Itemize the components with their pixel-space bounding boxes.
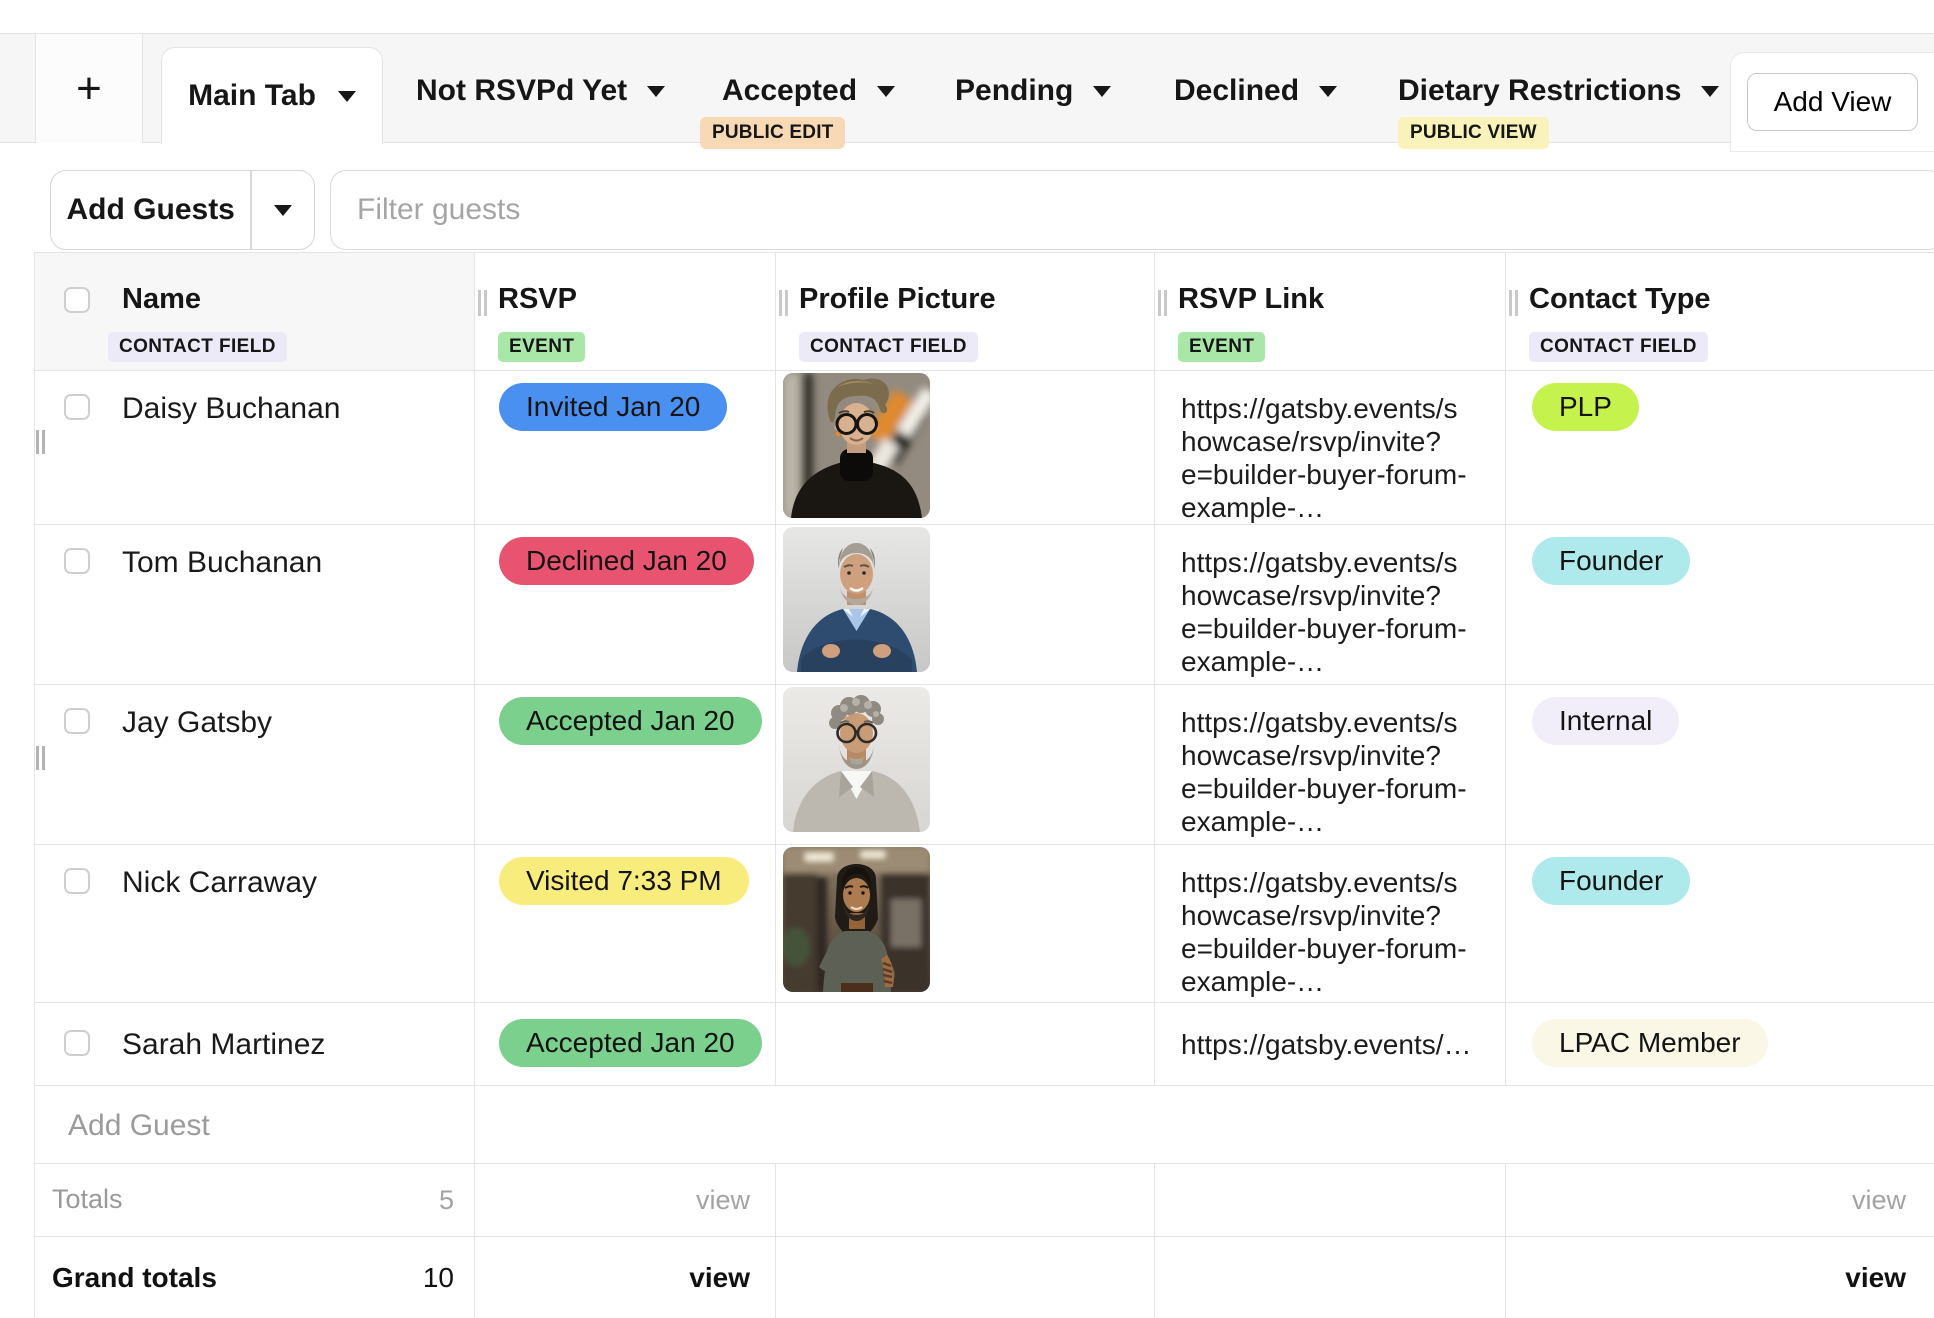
public-edit-badge: PUBLIC EDIT bbox=[700, 117, 845, 149]
grid-line bbox=[1154, 252, 1155, 1085]
row-checkbox[interactable] bbox=[64, 708, 90, 734]
guest-name[interactable]: Daisy Buchanan bbox=[122, 392, 340, 426]
add-guests-dropdown[interactable] bbox=[252, 171, 314, 249]
rsvp-status-pill[interactable]: Accepted Jan 20 bbox=[499, 1019, 762, 1067]
tab-main-tab[interactable]: Main Tab bbox=[161, 47, 383, 144]
profile-photo[interactable] bbox=[783, 527, 930, 672]
column-header-rsvp[interactable]: RSVP bbox=[498, 283, 577, 316]
grid-line bbox=[34, 370, 1934, 371]
grid-line bbox=[1505, 252, 1506, 1085]
column-header-contact-type[interactable]: Contact Type bbox=[1529, 283, 1711, 316]
add-view-button[interactable]: Add View bbox=[1747, 73, 1919, 131]
tab-label: Not RSVPd Yet bbox=[416, 74, 627, 108]
column-header-rsvp-link[interactable]: RSVP Link bbox=[1178, 283, 1324, 316]
column-drag-handle-icon[interactable] bbox=[1509, 290, 1518, 316]
grid-line bbox=[34, 1163, 1934, 1164]
totals-count: 5 bbox=[34, 1185, 454, 1216]
totals-view-link[interactable]: view bbox=[1505, 1185, 1906, 1216]
contact-type-pill[interactable]: PLP bbox=[1532, 383, 1639, 431]
guest-name[interactable]: Sarah Martinez bbox=[122, 1028, 325, 1062]
contact-type-pill[interactable]: Founder bbox=[1532, 537, 1690, 585]
contact-type-pill[interactable]: Internal bbox=[1532, 697, 1679, 745]
tab-not-rsvpd-yet[interactable]: Not RSVPd Yet bbox=[416, 74, 665, 108]
chevron-down-icon bbox=[274, 205, 292, 216]
guest-list-app: + Main Tab Not RSVPd Yet Accepted Pendin… bbox=[0, 0, 1934, 1318]
column-drag-handle-icon[interactable] bbox=[1158, 290, 1167, 316]
tab-label: Dietary Restrictions bbox=[1398, 74, 1681, 108]
rsvp-link[interactable]: https://gatsby.events/s howcase/rsvp/inv… bbox=[1181, 706, 1467, 838]
contact-type-pill[interactable]: Founder bbox=[1532, 857, 1690, 905]
guest-name[interactable]: Nick Carraway bbox=[122, 866, 317, 900]
add-guests-button[interactable]: Add Guests bbox=[51, 171, 250, 249]
filter-guests-input[interactable] bbox=[330, 170, 1934, 250]
column-drag-handle-icon[interactable] bbox=[779, 290, 788, 316]
tab-label: Pending bbox=[955, 74, 1073, 108]
add-view-panel: Add View bbox=[1730, 52, 1934, 152]
field-type-badge: CONTACT FIELD bbox=[108, 332, 287, 362]
grid-line bbox=[34, 1085, 1934, 1086]
public-view-badge: PUBLIC VIEW bbox=[1398, 117, 1549, 149]
field-type-badge: EVENT bbox=[1178, 332, 1265, 362]
grid-line bbox=[775, 252, 776, 1085]
tab-accepted[interactable]: Accepted bbox=[722, 74, 895, 108]
grid-line bbox=[1154, 1163, 1155, 1318]
rsvp-status-pill[interactable]: Accepted Jan 20 bbox=[499, 697, 762, 745]
contact-type-pill[interactable]: LPAC Member bbox=[1532, 1019, 1768, 1067]
grand-totals-view-link[interactable]: view bbox=[1505, 1262, 1906, 1294]
tab-label: Declined bbox=[1174, 74, 1299, 108]
rsvp-link[interactable]: https://gatsby.events/s howcase/rsvp/inv… bbox=[1181, 546, 1467, 678]
totals-view-link[interactable]: view bbox=[474, 1185, 750, 1216]
profile-photo[interactable] bbox=[783, 373, 930, 518]
field-type-badge: CONTACT FIELD bbox=[1529, 332, 1708, 362]
row-checkbox[interactable] bbox=[64, 394, 90, 420]
rsvp-status-pill[interactable]: Invited Jan 20 bbox=[499, 383, 727, 431]
chevron-down-icon[interactable] bbox=[1319, 86, 1337, 97]
grid-line bbox=[34, 1236, 1934, 1237]
tab-dietary-restrictions[interactable]: Dietary Restrictions bbox=[1398, 74, 1719, 108]
grand-totals-view-link[interactable]: view bbox=[474, 1262, 750, 1294]
rsvp-status-pill[interactable]: Visited 7:33 PM bbox=[499, 857, 749, 905]
select-all-checkbox[interactable] bbox=[64, 287, 90, 313]
rsvp-status-pill[interactable]: Declined Jan 20 bbox=[499, 537, 754, 585]
plus-icon: + bbox=[76, 64, 102, 114]
tab-pending[interactable]: Pending bbox=[955, 74, 1111, 108]
profile-photo[interactable] bbox=[783, 687, 930, 832]
add-guest-row[interactable]: Add Guest bbox=[68, 1109, 210, 1143]
field-type-badge: EVENT bbox=[498, 332, 585, 362]
guest-name[interactable]: Tom Buchanan bbox=[122, 546, 322, 580]
tab-label: Main Tab bbox=[188, 79, 316, 113]
grid-line bbox=[34, 252, 35, 1318]
chevron-down-icon[interactable] bbox=[338, 91, 356, 102]
grand-totals-count: 10 bbox=[34, 1262, 454, 1294]
guest-name[interactable]: Jay Gatsby bbox=[122, 706, 272, 740]
rsvp-link[interactable]: https://gatsby.events/s howcase/rsvp/inv… bbox=[1181, 866, 1467, 998]
grid-line bbox=[34, 1002, 1934, 1003]
column-header-name[interactable]: Name bbox=[122, 283, 201, 316]
column-header-profile-picture[interactable]: Profile Picture bbox=[799, 283, 996, 316]
tab-declined[interactable]: Declined bbox=[1174, 74, 1337, 108]
tab-label: Accepted bbox=[722, 74, 857, 108]
chevron-down-icon[interactable] bbox=[877, 86, 895, 97]
rsvp-link[interactable]: https://gatsby.events/s howcase/rsvp/inv… bbox=[1181, 392, 1467, 524]
grid-line bbox=[775, 1163, 776, 1318]
profile-photo[interactable] bbox=[783, 847, 930, 992]
row-drag-handle-icon[interactable] bbox=[36, 746, 45, 770]
row-checkbox[interactable] bbox=[64, 868, 90, 894]
grid-line bbox=[34, 524, 1934, 525]
add-guests-split-button[interactable]: Add Guests bbox=[50, 170, 315, 250]
field-type-badge: CONTACT FIELD bbox=[799, 332, 978, 362]
column-drag-handle-icon[interactable] bbox=[478, 290, 487, 316]
grid-line bbox=[474, 252, 475, 1318]
grid-line bbox=[34, 844, 1934, 845]
rsvp-link[interactable]: https://gatsby.events/… bbox=[1181, 1028, 1472, 1061]
grid-line bbox=[34, 252, 1934, 253]
chevron-down-icon[interactable] bbox=[1093, 86, 1111, 97]
row-drag-handle-icon[interactable] bbox=[36, 430, 45, 454]
row-checkbox[interactable] bbox=[64, 548, 90, 574]
row-checkbox[interactable] bbox=[64, 1030, 90, 1056]
add-tab-button[interactable]: + bbox=[35, 34, 143, 143]
grid-line bbox=[34, 684, 1934, 685]
chevron-down-icon[interactable] bbox=[1701, 86, 1719, 97]
chevron-down-icon[interactable] bbox=[647, 86, 665, 97]
